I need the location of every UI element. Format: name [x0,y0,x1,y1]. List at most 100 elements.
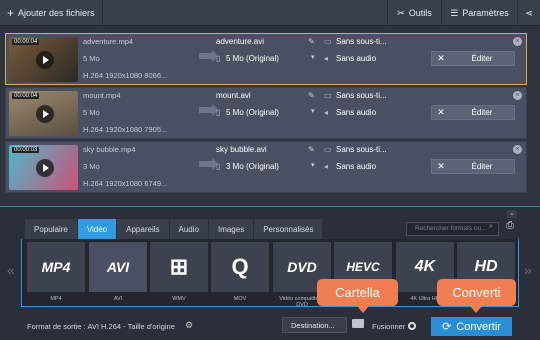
speaker-icon: ◂ [324,162,329,171]
file-icon: ▯ [216,162,221,171]
file-row[interactable]: 00:00:04 adventure.mp4 5 Mo H.264 1920x1… [5,33,527,85]
audio-select[interactable]: Sans audio [336,162,376,171]
share-button[interactable]: ⋖ [517,0,540,26]
folder-callout: Cartella [317,279,398,313]
output-size[interactable]: 5 Mo (Original) [226,108,279,117]
tab-video[interactable]: Vidéo [77,219,118,239]
scissors-icon: ✕ [437,107,445,117]
arrow-right-icon [199,158,218,170]
duration-badge: 00:00:03 [12,147,40,153]
tab-custom[interactable]: Personnalisés [254,219,324,239]
output-size[interactable]: 5 Mo (Original) [226,54,279,63]
preset-avi[interactable]: AVI AVI [89,242,147,305]
output-filename: adventure.avi [216,37,265,46]
scissors-icon: ✕ [437,161,445,171]
tab-popular[interactable]: Populaire [25,219,78,239]
output-filename: mount.avi [216,91,251,100]
convert-button[interactable]: ⟳ Convertir [431,317,512,336]
source-filename: sky bubble.mp4 [83,145,136,154]
speaker-icon: ◂ [324,54,329,63]
pencil-icon[interactable]: ✎ [308,91,315,100]
tools-label: Outils [408,8,432,18]
mp4-icon: MP4 [27,242,85,292]
output-format-label: Format de sortie : AVI H.264 - Taille d'… [27,322,175,331]
search-icon[interactable]: ⌕ [489,223,493,231]
preset-mov[interactable]: Q MOV [211,242,269,305]
chevron-right-icon[interactable]: » [524,262,532,278]
folder-icon[interactable] [352,319,364,328]
arrow-right-icon [199,104,218,116]
video-thumbnail[interactable]: 00:00:04 [9,91,78,136]
destination-select[interactable]: Destination... [282,317,347,333]
gear-icon[interactable]: ⚙ [185,320,193,331]
subtitles-select[interactable]: Sans sous-ti... [336,145,387,154]
add-files-button[interactable]: + Ajouter des fichiers [0,0,103,26]
output-filename: sky bubble.avi [216,145,267,154]
pencil-icon[interactable]: ✎ [308,145,315,154]
menu-icon: ☰ [450,7,459,18]
output-size[interactable]: 3 Mo (Original) [226,162,279,171]
tab-devices[interactable]: Appareils [117,219,170,239]
device-detect-icon[interactable]: ⎙ [506,220,514,231]
audio-select[interactable]: Sans audio [336,108,376,117]
close-icon[interactable]: × [513,91,522,100]
speaker-icon: ◂ [324,108,329,117]
convert-label: Convertir [456,320,501,333]
subtitles-select[interactable]: Sans sous-ti... [336,37,387,46]
convert-callout: Converti [437,279,516,313]
audio-select[interactable]: Sans audio [336,54,376,63]
add-files-label: Ajouter des fichiers [18,8,95,18]
plus-icon: + [7,6,15,20]
duration-badge: 00:00:04 [12,93,40,99]
preset-label: MP4 [50,296,62,302]
subtitles-select[interactable]: Sans sous-ti... [336,91,387,100]
windows-icon: ⊞ [150,242,208,292]
settings-button[interactable]: ☰ Paramètres [441,0,517,26]
preset-mp4[interactable]: MP4 MP4 [27,242,85,305]
play-icon[interactable] [36,159,54,177]
file-row[interactable]: 00:00:03 sky bubble.mp4 3 Mo H.264 1920x… [5,141,527,193]
play-icon[interactable] [36,51,54,69]
subtitle-icon: ▭ [324,91,332,100]
avi-icon: AVI [89,242,147,292]
video-thumbnail[interactable]: 00:00:03 [9,145,78,190]
edit-button[interactable]: ✕ Éditer [431,159,515,174]
edit-label: Éditer [471,54,493,63]
close-icon[interactable]: × [513,145,522,154]
pencil-icon[interactable]: ✎ [308,37,315,46]
source-filename: adventure.mp4 [83,37,134,46]
top-toolbar: + Ajouter des fichiers ✂ Outils ☰ Paramè… [0,0,540,26]
merge-toggle[interactable] [408,322,416,330]
source-filename: mount.mp4 [83,91,121,100]
duration-badge: 00:00:04 [12,39,40,45]
edit-button[interactable]: ✕ Éditer [431,105,515,120]
play-icon[interactable] [36,105,54,123]
tab-images[interactable]: Images [208,219,255,239]
close-icon[interactable]: × [513,37,522,46]
quicktime-icon: Q [211,242,269,292]
file-icon: ▯ [216,54,221,63]
subtitle-icon: ▭ [324,145,332,154]
file-row[interactable]: 00:00:04 mount.mp4 5 Mo H.264 1920x1080 … [5,87,527,139]
edit-button[interactable]: ✕ Éditer [431,51,515,66]
source-codec: H.264 1920x1080 8066... [83,71,168,80]
chevron-down-icon[interactable]: ▾ [311,107,315,115]
tools-icon: ✂ [397,7,405,18]
chevron-down-icon[interactable]: ⌄ [507,210,517,218]
tools-button[interactable]: ✂ Outils [387,0,441,26]
preset-label: MOV [233,296,247,302]
format-search-input[interactable]: Rechercher formats ou... [406,222,499,236]
arrow-right-icon [199,50,218,62]
panel-divider [0,206,540,215]
source-size: 5 Mo [83,54,100,63]
video-thumbnail[interactable]: 00:00:04 [9,37,78,82]
scissors-icon: ✕ [437,53,445,63]
source-codec: H.264 1920x1080 7905... [83,125,168,134]
chevron-down-icon[interactable]: ▾ [311,53,315,61]
edit-label: Éditer [471,162,493,171]
refresh-icon: ⟳ [442,321,452,333]
preset-wmv[interactable]: ⊞ WMV [150,242,208,305]
chevron-left-icon[interactable]: « [7,262,15,278]
chevron-down-icon[interactable]: ▾ [311,161,315,169]
tab-audio[interactable]: Audio [169,219,209,239]
